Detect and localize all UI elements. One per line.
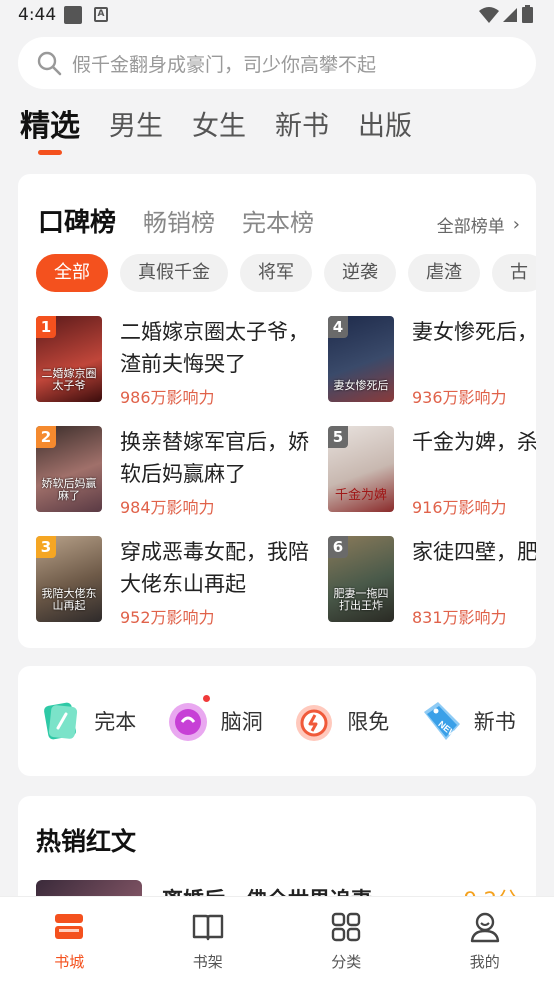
quick-entry-new[interactable]: NEW 新书 [418,698,516,744]
cover-title: 妻女惨死后 [333,379,389,392]
quick-entry-completed[interactable]: 完本 [38,698,136,744]
tab-female[interactable]: 女生 [192,108,246,152]
quick-entry-label: 脑洞 [220,710,263,734]
tab-new-books[interactable]: 新书 [275,108,329,152]
quick-entry-brainhole[interactable]: 脑洞 [165,694,263,744]
notification-dot [201,694,211,703]
cover-title: 我陪大佬东山再起 [41,587,97,612]
new-tag-icon: NEW [423,702,460,740]
book-title: 千金为婢，杀给全府上坟 [412,430,536,454]
nav-categories[interactable]: 分类 [277,897,416,984]
tab-male[interactable]: 男生 [109,108,163,152]
cover-title: 千金为婢 [334,488,387,503]
status-time: 4:44 [18,5,57,25]
book-cover: 2 娇软后妈赢麻了 [36,426,102,512]
rank-badge: 1 [36,316,56,338]
book-influence: 936万影响力 [412,388,507,407]
battery-icon [522,5,533,23]
book-cover: 4 妻女惨死后 [328,316,394,402]
ranking-tab-reputation[interactable]: 口碑榜 [38,202,116,239]
book-icon [44,702,78,740]
tab-published[interactable]: 出版 [358,108,412,152]
ranking-tab-bestseller[interactable]: 畅销榜 [143,203,215,238]
quick-entries: 完本 脑洞 限免 NEW 新书 [18,666,536,776]
book-influence: 986万影响力 [120,388,215,407]
book-cover: 1 二婚嫁京圈太子爷 [36,316,102,402]
chip-all[interactable]: 全部 [36,254,108,292]
quick-entry-free[interactable]: 限免 [291,698,389,744]
bookstore-icon [55,914,84,939]
book-influence: 916万影响力 [412,498,507,517]
book-cover: 5 千金为婢 [328,426,394,512]
book-item-2[interactable]: 2 娇软后妈赢麻了 换亲替嫁军官后，娇软后妈赢麻了 984万影响力 [36,426,336,517]
nav-label: 书城 [54,953,85,971]
book-cover: 3 我陪大佬东山再起 [36,536,102,622]
book-title: 换亲替嫁军官后，娇软后妈赢麻了 [120,430,309,486]
search-icon [37,51,62,76]
wifi-icon [479,7,499,23]
ranking-tab-completed[interactable]: 完本榜 [242,203,314,238]
book-influence: 952万影响力 [120,608,215,627]
rank-badge: 6 [328,536,348,558]
user-icon [470,912,499,943]
status-bar: 4:44 A [0,0,554,30]
chip-fake-heiress[interactable]: 真假千金 [120,254,228,292]
nav-profile[interactable]: 我的 [416,897,554,984]
section-title: 热销红文 [36,827,137,856]
quick-entry-label: 新书 [473,710,516,734]
bottom-navigation: 书城 书架 分类 我的 [0,896,554,984]
nav-bookstore[interactable]: 书城 [0,897,139,984]
search-bar[interactable]: 假千金翻身成豪门，司少你高攀不起 [18,37,536,89]
book-item-6[interactable]: 6 肥妻一拖四打出王炸 家徒四壁，肥拖四打出王炸 831万影响力 [328,536,536,627]
quick-entry-label: 限免 [347,710,390,734]
grid-icon [332,912,361,942]
rank-badge: 3 [36,536,56,558]
category-tabs: 精选 男生 女生 新书 出版 [20,108,441,155]
all-rankings-label: 全部榜单 [436,217,505,237]
app-notification-icon: A [94,7,108,22]
open-book-icon [192,914,223,941]
nav-label: 我的 [469,953,500,971]
chip-comeback[interactable]: 逆袭 [324,254,396,292]
chip-general[interactable]: 将军 [240,254,312,292]
ranking-tabs: 口碑榜 畅销榜 完本榜 [38,202,341,239]
cover-title: 肥妻一拖四打出王炸 [333,587,389,612]
nav-bookshelf[interactable]: 书架 [139,897,278,984]
book-item-4[interactable]: 4 妻女惨死后 妻女惨死后，爷一夜白了头 936万影响力 [328,316,536,407]
book-item-5[interactable]: 5 千金为婢 千金为婢，杀给全府上坟 916万影响力 [328,426,536,517]
search-placeholder: 假千金翻身成豪门，司少你高攀不起 [72,53,377,76]
cover-title: 娇软后妈赢麻了 [41,477,97,502]
cover-title: 二婚嫁京圈太子爷 [41,367,97,392]
book-influence: 831万影响力 [412,608,507,627]
book-item-3[interactable]: 3 我陪大佬东山再起 穿成恶毒女配，我陪大佬东山再起 952万影响力 [36,536,336,627]
chevron-right-icon: › [512,214,520,235]
book-title: 家徒四壁，肥拖四打出王炸 [412,540,536,564]
quick-entry-label: 完本 [94,710,137,734]
book-item-1[interactable]: 1 二婚嫁京圈太子爷 二婚嫁京圈太子爷，渣前夫悔哭了 986万影响力 [36,316,336,407]
rank-badge: 2 [36,426,56,448]
book-title: 妻女惨死后，爷一夜白了头 [412,320,536,344]
rank-badge: 5 [328,426,348,448]
brain-icon [165,694,211,744]
signal-icon [503,8,517,22]
book-title: 二婚嫁京圈太子爷，渣前夫悔哭了 [120,320,309,376]
nav-label: 书架 [192,953,223,971]
timer-icon [296,705,333,741]
chip-revenge[interactable]: 虐渣 [408,254,480,292]
genre-chips: 全部 真假千金 将军 逆袭 虐渣 古 [36,254,536,292]
tab-featured[interactable]: 精选 [20,108,80,155]
book-cover: 6 肥妻一拖四打出王炸 [328,536,394,622]
nav-label: 分类 [331,953,362,971]
ranking-card: 口碑榜 畅销榜 完本榜 全部榜单 › 全部 真假千金 将军 逆袭 虐渣 古 1 … [18,174,536,648]
all-rankings-link[interactable]: 全部榜单 › [437,212,520,237]
chip-ancient[interactable]: 古 [492,254,536,292]
rank-badge: 4 [328,316,348,338]
notification-icon [64,6,82,24]
book-title: 穿成恶毒女配，我陪大佬东山再起 [120,540,309,596]
book-influence: 984万影响力 [120,498,215,517]
